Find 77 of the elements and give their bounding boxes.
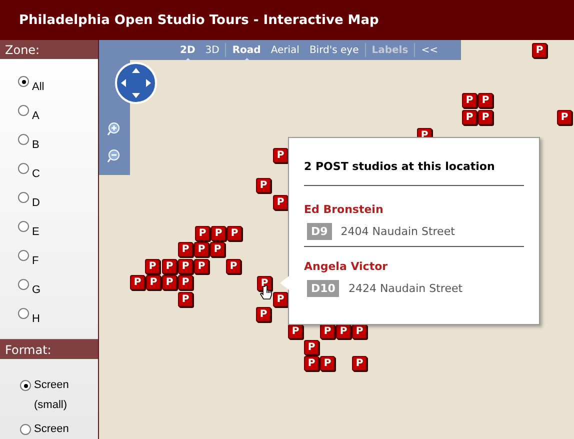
radio-button[interactable]: [20, 380, 31, 391]
studio-marker[interactable]: P: [352, 324, 367, 339]
studio-marker[interactable]: P: [178, 259, 193, 274]
radio-button[interactable]: [18, 250, 29, 261]
studio-marker[interactable]: P: [557, 110, 572, 125]
studio-marker[interactable]: P: [532, 43, 547, 58]
map-mode-tab[interactable]: 2D: [176, 41, 200, 59]
option-label: Screen: [34, 422, 70, 437]
map-mode-tab[interactable]: Aerial: [266, 41, 304, 59]
studio-marker[interactable]: P: [145, 259, 160, 274]
radio-button[interactable]: [18, 134, 29, 145]
studio-marker[interactable]: P: [478, 110, 493, 125]
studio-marker[interactable]: P: [304, 340, 319, 355]
option-label: A: [32, 110, 40, 122]
studio-code: D9: [307, 223, 332, 240]
studio-marker[interactable]: P: [210, 242, 225, 257]
studio-marker[interactable]: P: [178, 275, 193, 290]
studio-marker[interactable]: P: [178, 242, 193, 257]
radio-button[interactable]: [18, 221, 29, 232]
popup-title: 2 POST studios at this location: [304, 160, 524, 186]
artist-link[interactable]: Angela Victor: [304, 260, 388, 273]
studio-marker[interactable]: P: [478, 93, 493, 108]
option-label: Screen (small): [34, 378, 70, 413]
zoom-in-icon[interactable]: [107, 122, 121, 136]
studio-marker[interactable]: P: [256, 178, 271, 193]
studio-marker[interactable]: P: [211, 226, 226, 241]
option-label: F: [32, 255, 39, 267]
option-label: D: [32, 197, 40, 209]
studio-marker[interactable]: P: [194, 242, 209, 257]
studio-marker[interactable]: P: [195, 226, 210, 241]
studio-marker[interactable]: P: [462, 93, 477, 108]
hand-cursor-icon: [260, 285, 272, 301]
radio-button[interactable]: [18, 192, 29, 203]
studio-marker[interactable]: P: [227, 226, 242, 241]
radio-button[interactable]: [20, 424, 31, 435]
studio-marker[interactable]: P: [320, 324, 335, 339]
radio-button[interactable]: [18, 105, 29, 116]
option-label: E: [32, 226, 40, 238]
option-label: B: [32, 139, 40, 151]
map-mode-tab[interactable]: Bird's eye: [305, 41, 363, 59]
map-mode-tab[interactable]: 3D: [201, 41, 224, 59]
studio-marker[interactable]: P: [352, 356, 367, 371]
studio-marker[interactable]: P: [320, 356, 335, 371]
radio-button[interactable]: [18, 308, 29, 319]
studio-address: 2424 Naudain Street: [348, 282, 463, 295]
studio-marker[interactable]: P: [273, 195, 288, 210]
option-label: G: [32, 284, 41, 296]
window-title: Philadelphia Open Studio Tours - Interactive Map: [19, 12, 379, 28]
studio-marker[interactable]: P: [273, 148, 288, 163]
section-title: Format:: [5, 342, 52, 356]
studio-marker[interactable]: P: [226, 259, 241, 274]
pan-control-icon[interactable]: [115, 62, 157, 104]
radio-button[interactable]: [18, 279, 29, 290]
studio-marker[interactable]: P: [178, 292, 193, 307]
studio-marker[interactable]: P: [304, 356, 319, 371]
option-label: H: [32, 313, 40, 325]
studio-code: D10: [307, 280, 340, 297]
studio-address: 2404 Naudain Street: [340, 225, 455, 238]
studio-marker[interactable]: P: [162, 275, 177, 290]
studio-marker[interactable]: P: [146, 275, 161, 290]
studio-marker[interactable]: P: [288, 324, 303, 339]
radio-button[interactable]: [18, 76, 29, 87]
artist-link[interactable]: Ed Bronstein: [304, 203, 384, 216]
collapse-button[interactable]: <<: [417, 41, 442, 59]
studio-marker[interactable]: P: [194, 259, 209, 274]
studio-marker[interactable]: P: [336, 324, 351, 339]
studio-marker[interactable]: P: [130, 275, 145, 290]
section-title: Zone:: [5, 42, 40, 56]
radio-button[interactable]: [18, 163, 29, 174]
studio-marker[interactable]: P: [462, 110, 477, 125]
studio-marker[interactable]: P: [256, 307, 271, 322]
option-label: C: [32, 168, 40, 180]
zoom-out-icon[interactable]: [107, 149, 121, 163]
option-label: All: [32, 81, 44, 93]
studio-marker[interactable]: P: [273, 292, 288, 307]
map-mode-tab[interactable]: Road: [228, 41, 265, 59]
studio-marker[interactable]: P: [162, 259, 177, 274]
